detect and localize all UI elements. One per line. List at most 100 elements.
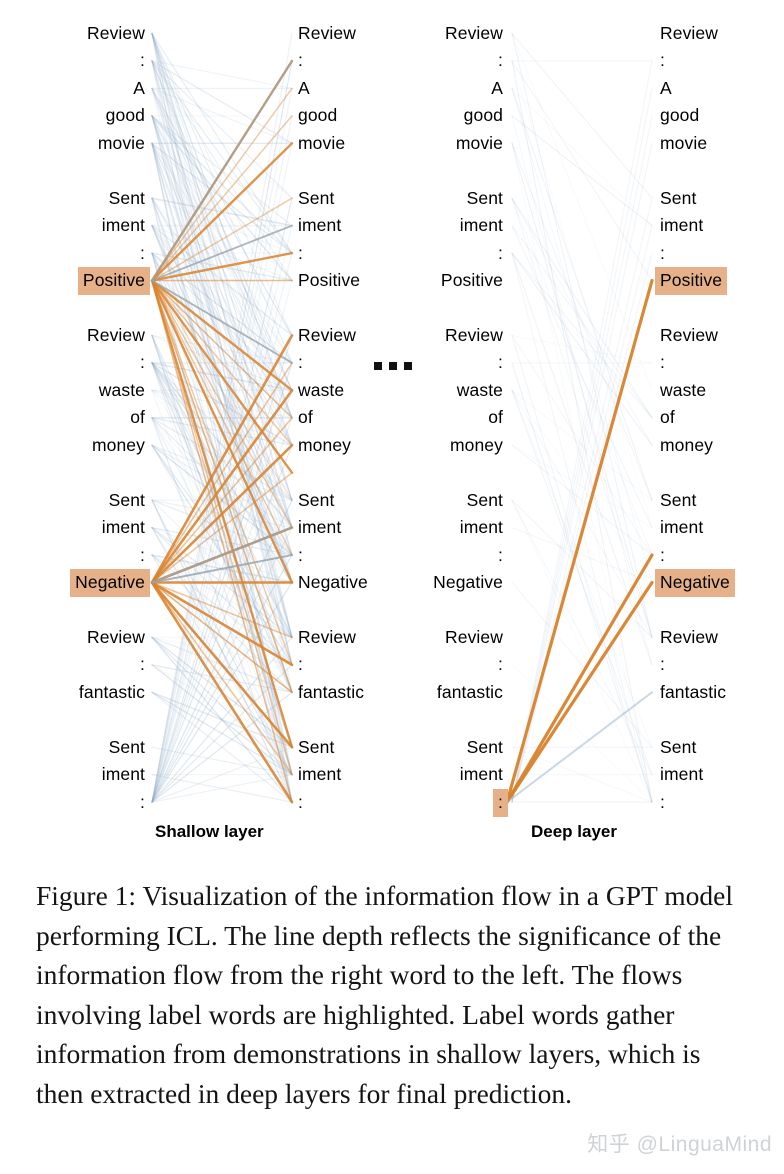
token-shallow-right-2: A (298, 77, 310, 98)
token-deep-right-15: money (660, 434, 714, 455)
token-deep-right-4: movie (660, 132, 708, 153)
token-deep-right-23: : (660, 654, 665, 675)
token-deep-right-8: : (660, 242, 665, 263)
token-shallow-right-3: good (298, 105, 338, 126)
token-shallow-left-1: : (140, 50, 145, 71)
token-shallow-left-14: of (130, 407, 145, 428)
token-shallow-left-13: waste (98, 379, 145, 400)
token-shallow-right-26: Sent (298, 736, 335, 757)
highlight-box: : (493, 788, 508, 817)
token-deep-left-9: Positive (440, 270, 503, 291)
figure-caption: Figure 1: Visualization of the informati… (36, 880, 733, 1109)
token-shallow-left-9: Positive (77, 267, 150, 296)
token-shallow-right-19: : (298, 544, 303, 565)
token-deep-right-14: of (660, 407, 675, 428)
token-shallow-left-19: : (140, 544, 145, 565)
token-shallow-right-17: Sent (298, 489, 335, 510)
token-deep-right-11: Review (660, 324, 718, 345)
token-deep-right-26: Sent (660, 736, 697, 757)
shallow-layer-flow-lines (150, 32, 294, 804)
token-shallow-left-12: : (140, 352, 145, 373)
token-shallow-left-20: Negative (70, 569, 150, 597)
token-deep-left-2: A (491, 77, 503, 98)
token-deep-left-8: : (498, 242, 503, 263)
token-deep-left-0: Review (445, 23, 503, 43)
token-deep-left-24: fantastic (436, 681, 503, 702)
token-shallow-left-24: fantastic (78, 681, 145, 702)
token-deep-right-12: : (660, 352, 665, 373)
token-deep-left-18: iment (459, 517, 503, 538)
token-deep-left-6: Sent (466, 187, 503, 208)
token-deep-left-15: money (449, 434, 503, 455)
token-deep-right-13: waste (660, 379, 707, 400)
token-deep-right-24: fantastic (660, 681, 727, 702)
token-deep-right-6: Sent (660, 187, 697, 208)
watermark: 知乎 @LinguaMind (587, 1133, 772, 1156)
token-shallow-right-11: Review (298, 324, 356, 345)
shallow-layer-label: Shallow layer (155, 822, 264, 841)
token-shallow-right-4: movie (298, 132, 346, 153)
token-deep-left-17: Sent (466, 489, 503, 510)
token-deep-right-0: Review (660, 23, 718, 43)
token-deep-right-27: iment (660, 764, 704, 785)
token-deep-right-20: Negative (655, 569, 735, 597)
highlight-box: Positive (655, 267, 728, 296)
token-shallow-right-20: Negative (298, 572, 368, 592)
token-deep-left-14: of (488, 407, 503, 428)
token-deep-right-7: iment (660, 215, 704, 236)
token-shallow-left-18: iment (101, 517, 145, 538)
token-shallow-left-4: movie (97, 132, 145, 153)
token-deep-right-2: A (660, 77, 672, 98)
token-deep-left-28: : (493, 788, 508, 817)
token-deep-left-22: Review (445, 626, 503, 647)
token-deep-left-19: : (498, 544, 503, 565)
token-shallow-right-13: waste (298, 379, 345, 400)
token-shallow-left-23: : (140, 654, 145, 675)
highlight-box: Negative (655, 569, 735, 597)
token-deep-right-18: iment (660, 517, 704, 538)
token-shallow-right-15: money (298, 434, 352, 455)
token-shallow-left-22: Review (87, 626, 145, 647)
token-shallow-left-27: iment (101, 764, 145, 785)
highlight-box: Negative (70, 569, 150, 597)
token-shallow-left-7: iment (101, 215, 145, 236)
token-deep-left-7: iment (459, 215, 503, 236)
token-deep-left-23: : (498, 654, 503, 675)
token-shallow-right-0: Review (298, 23, 356, 43)
token-shallow-right-24: fantastic (298, 681, 365, 702)
token-deep-left-4: movie (455, 132, 503, 153)
token-shallow-right-12: : (298, 352, 303, 373)
highlight-box: Positive (77, 267, 150, 296)
token-deep-right-22: Review (660, 626, 718, 647)
token-deep-left-27: iment (459, 764, 503, 785)
deep-layer-label: Deep layer (531, 822, 617, 841)
token-deep-left-26: Sent (466, 736, 503, 757)
token-deep-right-17: Sent (660, 489, 697, 510)
token-deep-right-28: : (660, 791, 665, 812)
ellipsis-icon (374, 362, 412, 370)
token-shallow-right-1: : (298, 50, 303, 71)
token-deep-right-9: Positive (655, 267, 728, 296)
token-shallow-right-8: : (298, 242, 303, 263)
token-shallow-right-14: of (298, 407, 313, 428)
token-shallow-left-11: Review (87, 324, 145, 345)
token-shallow-left-28: : (140, 791, 145, 812)
token-deep-right-1: : (660, 50, 665, 71)
token-shallow-left-6: Sent (108, 187, 145, 208)
deep-layer-flow-lines (505, 32, 654, 804)
token-shallow-left-26: Sent (108, 736, 145, 757)
token-shallow-left-3: good (105, 105, 145, 126)
token-deep-left-3: good (463, 105, 503, 126)
token-shallow-right-23: : (298, 654, 303, 675)
token-shallow-right-22: Review (298, 626, 356, 647)
token-shallow-left-15: money (91, 434, 145, 455)
token-shallow-right-28: : (298, 791, 303, 812)
token-shallow-right-6: Sent (298, 187, 335, 208)
token-shallow-left-8: : (140, 242, 145, 263)
information-flow-diagram (150, 32, 654, 804)
token-deep-left-12: : (498, 352, 503, 373)
token-shallow-right-27: iment (298, 764, 342, 785)
token-shallow-right-9: Positive (298, 270, 361, 291)
token-deep-left-11: Review (445, 324, 503, 345)
token-shallow-left-17: Sent (108, 489, 145, 510)
